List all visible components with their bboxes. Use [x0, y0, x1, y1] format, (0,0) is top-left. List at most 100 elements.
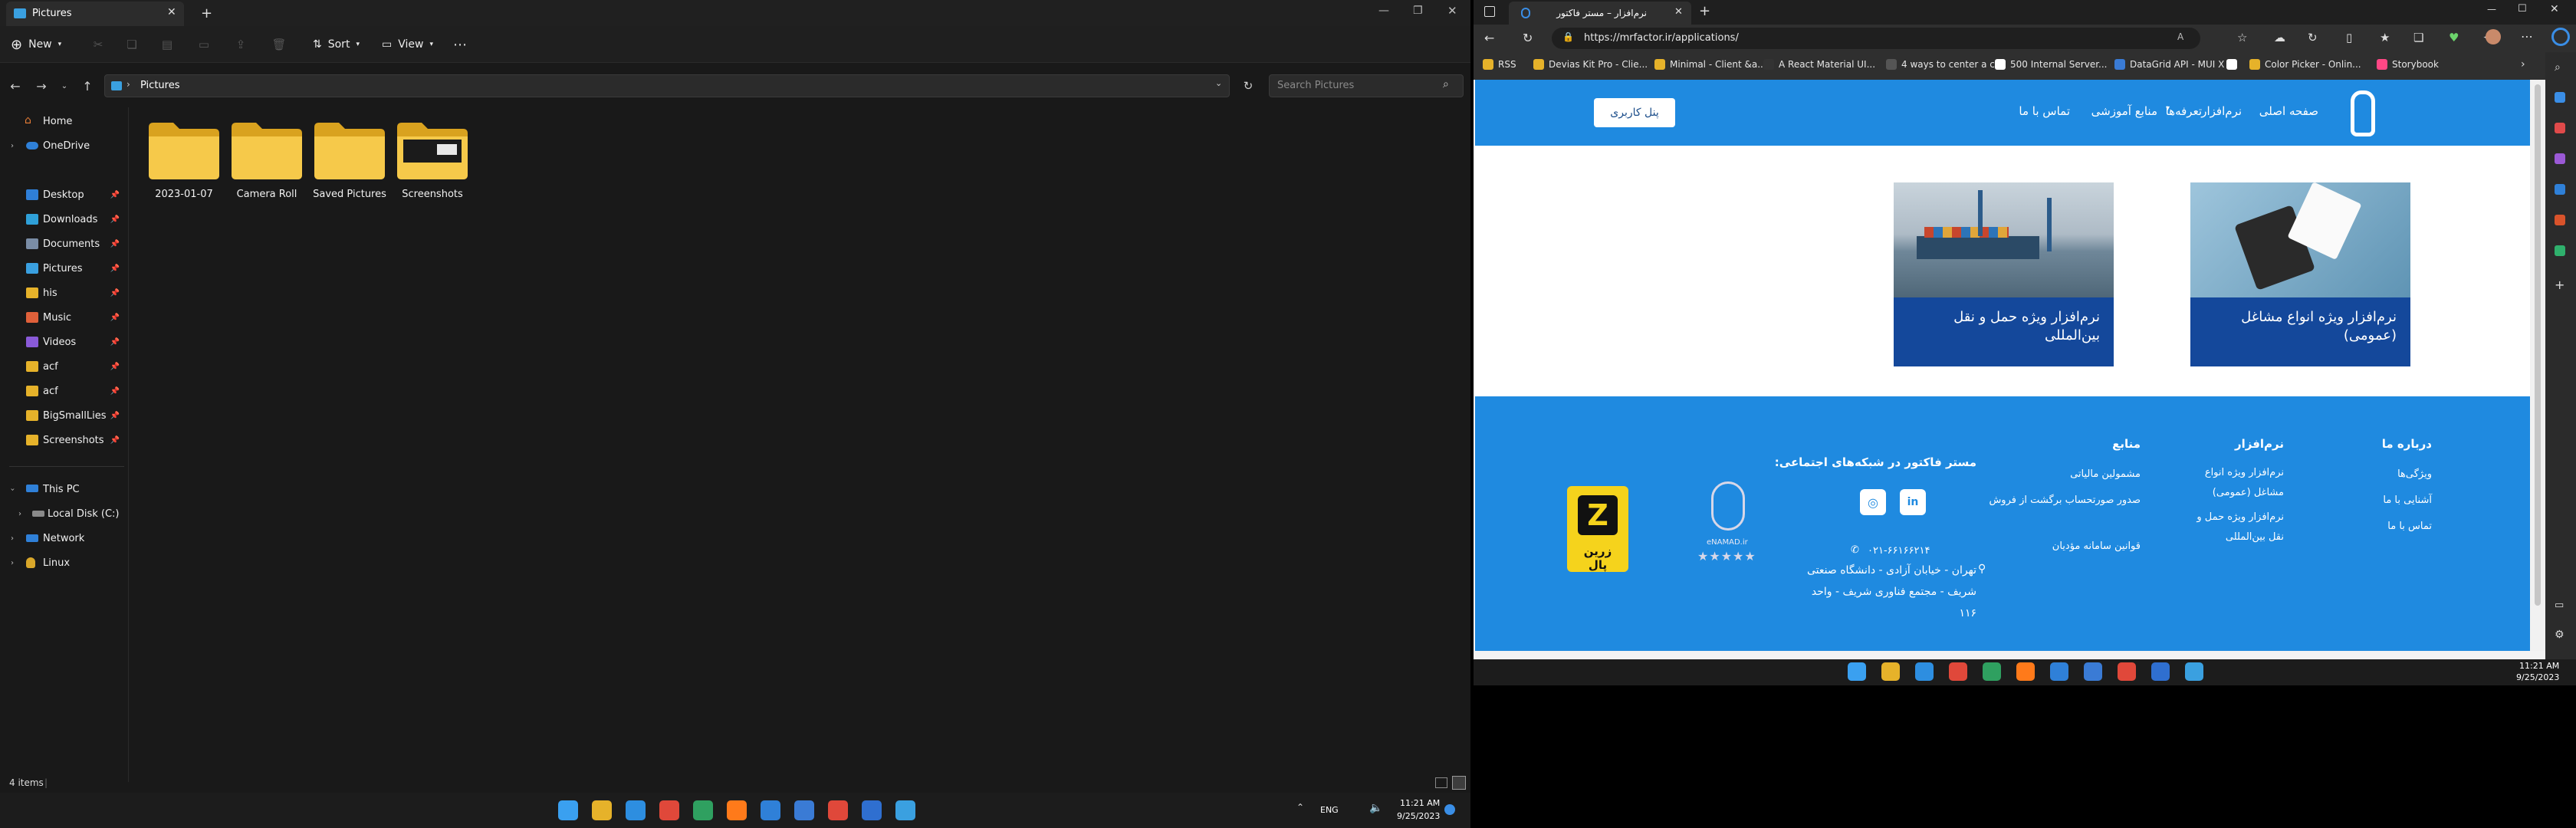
- nav-onedrive[interactable]: › OneDrive: [0, 135, 129, 156]
- bookmarks-overflow-icon[interactable]: ›: [2521, 58, 2525, 71]
- nav-this-pc[interactable]: › This PC: [0, 478, 129, 500]
- nav-menu-item[interactable]: نرم‌افزار: [2201, 104, 2242, 118]
- address-dropdown-icon[interactable]: ⌄: [1215, 78, 1222, 88]
- details-view-icon[interactable]: [1435, 777, 1447, 788]
- resources-links-link[interactable]: قوانین سامانه مؤدیان: [1987, 537, 2141, 557]
- software-links-link[interactable]: نرم‌افزار ویژه حمل و نقل بین‌المللی: [2192, 508, 2284, 547]
- sidebar-tools-icon[interactable]: [2555, 92, 2565, 103]
- word-icon[interactable]: [862, 800, 882, 820]
- sidebar-games-icon[interactable]: [2555, 153, 2565, 164]
- tiles-view-icon[interactable]: [1452, 776, 1466, 790]
- nav-item-screenshots[interactable]: Screenshots 📌: [0, 429, 129, 451]
- edge-dev-icon[interactable]: [895, 800, 915, 820]
- close-tab-icon[interactable]: ✕: [1674, 6, 1683, 18]
- instagram-icon[interactable]: ◎: [1860, 489, 1886, 515]
- back-arrow-icon[interactable]: ←: [8, 78, 23, 94]
- tray-chevron-icon[interactable]: ⌃: [1296, 802, 1304, 813]
- read-aloud-icon[interactable]: A: [2177, 31, 2183, 42]
- user-panel-button[interactable]: پنل کاربری: [1594, 98, 1675, 127]
- refresh-icon[interactable]: ↻: [1240, 78, 1256, 94]
- cut-icon[interactable]: ✂: [90, 37, 106, 52]
- notification-icon[interactable]: [1444, 804, 1455, 815]
- rename-icon[interactable]: ▭: [196, 37, 212, 52]
- nav-item-desktop[interactable]: Desktop 📌: [0, 184, 129, 205]
- bookmark-item[interactable]: DataGrid API - MUI X: [2114, 59, 2224, 70]
- folder-item[interactable]: [311, 117, 388, 193]
- tab-actions-icon[interactable]: [1484, 6, 1495, 17]
- browser-tab[interactable]: نرم‌افزار – مستر فاکتور ✕: [1509, 2, 1691, 25]
- chrome-icon[interactable]: [659, 800, 679, 820]
- language-indicator[interactable]: ENG: [1320, 805, 1339, 815]
- file-explorer-icon[interactable]: [592, 800, 612, 820]
- maximize-icon[interactable]: ☐: [2518, 3, 2527, 15]
- profile-avatar[interactable]: [2486, 29, 2501, 44]
- about-links-link[interactable]: آشنایی با ما: [2340, 491, 2432, 511]
- favorites-icon[interactable]: ★: [2380, 31, 2390, 44]
- about-links-link[interactable]: ویژگی‌ها: [2340, 465, 2432, 485]
- sidebar-add-icon[interactable]: +: [2555, 278, 2564, 292]
- nav-menu-item[interactable]: تعرفه‌ها: [2166, 104, 2202, 118]
- start-menu-icon[interactable]: [1848, 662, 1866, 681]
- browser-essentials-icon[interactable]: ♥: [2449, 31, 2459, 44]
- paste-icon[interactable]: ▤: [159, 37, 175, 52]
- nav-item-videos[interactable]: Videos 📌: [0, 331, 129, 353]
- explorer-tab[interactable]: Pictures ✕: [6, 2, 184, 26]
- sidebar-office-icon[interactable]: [2555, 215, 2565, 225]
- sort-button[interactable]: ⇅ Sort ▾: [313, 31, 360, 58]
- edge-icon[interactable]: [626, 800, 646, 820]
- search-icon[interactable]: ⌕: [1443, 78, 1449, 90]
- firefox-icon[interactable]: [2016, 662, 2035, 681]
- more-options-icon[interactable]: ⋯: [2521, 29, 2533, 44]
- folder-item[interactable]: [146, 117, 222, 193]
- recent-chevron-icon[interactable]: ⌄: [58, 78, 71, 94]
- expand-chevron-icon[interactable]: ›: [11, 142, 14, 150]
- resources-links-link[interactable]: صدور صورتحساب برگشت از فروش: [1987, 491, 2141, 511]
- new-tab-icon[interactable]: +: [201, 5, 212, 21]
- vscode-icon[interactable]: [761, 800, 780, 820]
- nav-item-documents[interactable]: Documents 📌: [0, 233, 129, 255]
- linkedin-icon[interactable]: in: [1900, 489, 1926, 515]
- bookmark-item[interactable]: Minimal - Client &a...: [1654, 59, 1766, 70]
- edge-dev-icon[interactable]: [2185, 662, 2203, 681]
- about-links-link[interactable]: تماس با ما: [2340, 517, 2432, 537]
- refresh-extension-icon[interactable]: ↻: [2308, 31, 2318, 44]
- nav-item-his[interactable]: his 📌: [0, 282, 129, 304]
- copilot-icon[interactable]: [2551, 28, 2570, 46]
- sidebar-search-icon[interactable]: ⌕: [2555, 61, 2561, 74]
- dropdown-chevron-icon[interactable]: ▾: [2166, 104, 2170, 113]
- bookmark-item[interactable]: 500 Internal Server...: [1995, 59, 2107, 70]
- bookmark-item[interactable]: A React Material UI...: [1763, 59, 1875, 70]
- minimize-icon[interactable]: —: [2487, 4, 2496, 15]
- card-general-business[interactable]: نرم‌افزار ویژه انواع مشاغل (عمومی): [2190, 181, 2410, 366]
- close-window-icon[interactable]: ✕: [1447, 4, 1457, 18]
- nav-item-music[interactable]: Music 📌: [0, 307, 129, 328]
- firefox-icon[interactable]: [727, 800, 747, 820]
- nav-item-acf[interactable]: acf 📌: [0, 380, 129, 402]
- nav-home[interactable]: ⌂ Home: [0, 110, 129, 132]
- delete-icon[interactable]: 🗑: [271, 37, 287, 52]
- resources-links-link[interactable]: مشمولین مالیاتی: [1987, 465, 2141, 485]
- chrome-dev-icon[interactable]: [2084, 662, 2102, 681]
- notepad-icon[interactable]: [693, 800, 713, 820]
- bookmark-item[interactable]: Devias Kit Pro - Clie...: [1533, 59, 1648, 70]
- refresh-icon[interactable]: ↻: [1523, 31, 1533, 45]
- nav-menu-item[interactable]: منابع آموزشی: [2091, 104, 2157, 118]
- minimize-icon[interactable]: —: [1378, 5, 1389, 17]
- breadcrumb-pictures[interactable]: Pictures: [140, 80, 179, 91]
- enamad-badge[interactable]: eNAMAD.ir ★★★★★: [1684, 475, 1776, 583]
- nav-menu-item[interactable]: تماس با ما: [2019, 104, 2070, 118]
- favorite-star-icon[interactable]: ☆: [2237, 31, 2247, 44]
- edge-icon[interactable]: [1915, 662, 1934, 681]
- sidebar-outlook-icon[interactable]: [2555, 184, 2565, 195]
- file-explorer-icon[interactable]: [1881, 662, 1900, 681]
- close-tab-icon[interactable]: ✕: [167, 6, 176, 18]
- sidebar-hide-icon[interactable]: ▭: [2555, 600, 2564, 611]
- copy-icon[interactable]: ❏: [124, 37, 140, 52]
- new-button[interactable]: ⊕ New ▾: [11, 31, 61, 58]
- url-bar[interactable]: 🔒 https://mrfactor.ir/applications/ A: [1552, 28, 2200, 49]
- speaker-icon[interactable]: 🔈: [1369, 802, 1382, 814]
- maximize-icon[interactable]: ❐: [1413, 5, 1423, 17]
- expand-chevron-icon[interactable]: ›: [18, 510, 21, 518]
- nav-item-downloads[interactable]: Downloads 📌: [0, 209, 129, 230]
- up-arrow-icon[interactable]: ↑: [80, 78, 95, 94]
